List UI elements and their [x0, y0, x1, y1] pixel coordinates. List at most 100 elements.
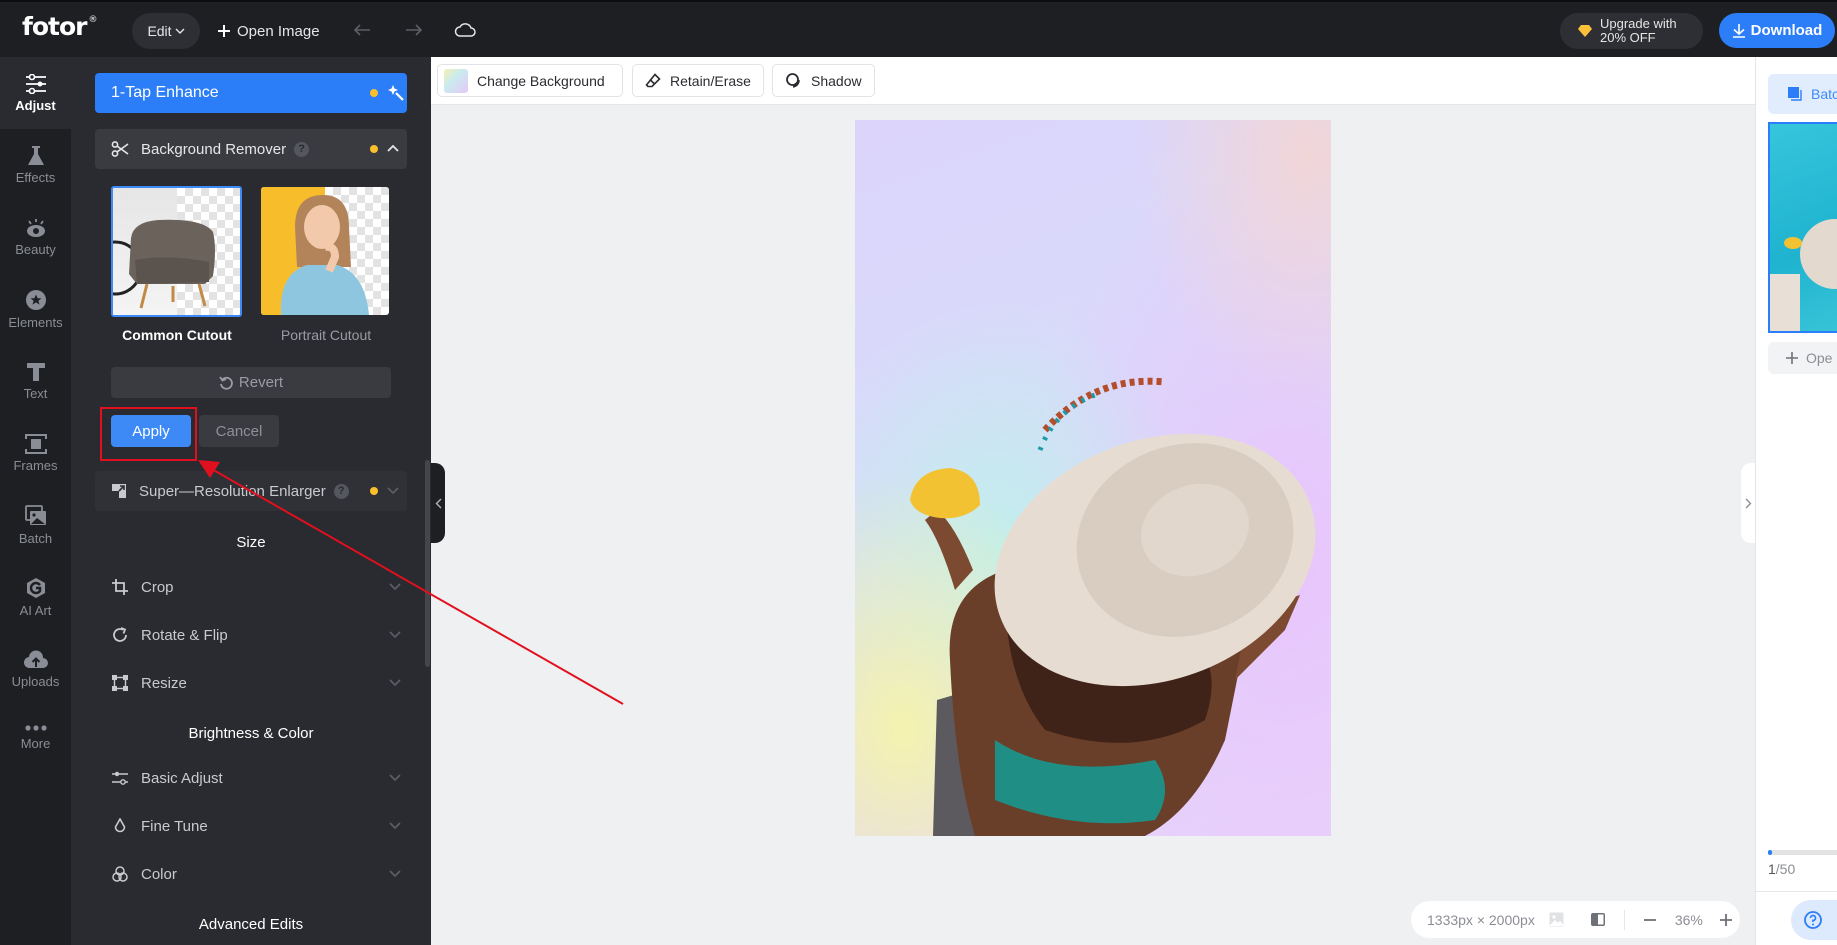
rail-item-text[interactable]: Text — [0, 345, 71, 417]
expand-right-panel-button[interactable] — [1741, 463, 1756, 543]
batch-button[interactable]: Batc — [1768, 74, 1837, 114]
undo-button[interactable] — [350, 18, 374, 42]
bg-remover-label: Background Remover — [141, 140, 287, 158]
right-batch-panel: Batc Ope 1/50 — [1755, 57, 1837, 945]
chevron-down-icon — [175, 28, 185, 34]
help-icon[interactable]: ? — [294, 141, 310, 157]
common-cutout-label[interactable]: Common Cutout — [107, 327, 247, 343]
rail-item-uploads[interactable]: Uploads — [0, 633, 71, 705]
fotor-logo[interactable]: fotor ® — [22, 12, 98, 41]
common-cutout-option[interactable] — [111, 186, 242, 317]
rail-item-batch[interactable]: Batch — [0, 489, 71, 561]
edit-menu-button[interactable]: Edit — [132, 13, 200, 49]
premium-dot — [370, 89, 378, 97]
canvas-status-bar: 1333px × 2000px 36% — [1411, 901, 1740, 938]
tool-row-label: Fine Tune — [141, 817, 208, 835]
arrow-right-icon — [406, 24, 423, 36]
revert-icon — [219, 375, 233, 390]
one-tap-enhance-button[interactable]: 1-Tap Enhance — [95, 73, 407, 113]
rail-label: More — [20, 735, 51, 751]
change-background-button[interactable]: Change Background — [437, 64, 623, 97]
shadow-button[interactable]: Shadow — [772, 64, 875, 97]
zoom-out-icon[interactable] — [1643, 913, 1657, 927]
rail-item-frames[interactable]: Frames — [0, 417, 71, 489]
plus-icon — [218, 25, 230, 37]
rail-item-adjust[interactable]: Adjust — [0, 57, 71, 129]
pool-edge — [1770, 274, 1800, 331]
enhance-label: 1-Tap Enhance — [111, 84, 219, 101]
tool-row-color[interactable]: Color — [111, 857, 401, 891]
help-button[interactable] — [1791, 900, 1837, 940]
chevron-down-icon — [389, 870, 401, 878]
sliders-icon — [25, 73, 46, 94]
shadow-icon — [786, 73, 800, 88]
left-nav-rail: Adjust Effects Beauty Elements Text Fram… — [0, 57, 71, 945]
divider — [1623, 909, 1625, 930]
zoom-in-icon[interactable] — [1719, 913, 1733, 927]
batch-current: 1 — [1768, 861, 1776, 877]
open-image-button[interactable]: Open Image — [217, 13, 320, 49]
batch-label: Batc — [1811, 86, 1837, 102]
rail-item-elements[interactable]: Elements — [0, 273, 71, 345]
portrait-image — [280, 195, 369, 315]
rail-item-beauty[interactable]: Beauty — [0, 201, 71, 273]
collapse-panel-button[interactable] — [431, 463, 445, 543]
rail-item-more[interactable]: More — [0, 701, 71, 773]
tool-row-fine-tune[interactable]: Fine Tune — [111, 809, 401, 843]
open-image-label: Open Image — [237, 22, 320, 40]
cloud-icon — [454, 23, 476, 37]
compare-icon[interactable] — [1590, 912, 1606, 927]
chevron-down-icon — [389, 583, 401, 591]
image-preview-icon[interactable] — [1549, 912, 1564, 927]
rail-item-ai-art[interactable]: AI Art — [0, 561, 71, 633]
chevron-down-icon — [389, 774, 401, 782]
portrait-cutout-label[interactable]: Portrait Cutout — [256, 327, 396, 343]
diamond-icon — [1578, 25, 1592, 37]
revert-button[interactable]: Revert — [111, 367, 391, 398]
background-remover-header[interactable]: Background Remover ? — [95, 129, 407, 169]
tool-row-resize[interactable]: Resize — [111, 666, 401, 700]
registered-mark: ® — [88, 14, 98, 25]
super-resolution-enlarger-header[interactable]: Super—Resolution Enlarger ? — [95, 471, 407, 511]
rail-label: Elements — [8, 314, 63, 330]
panel-scrollbar[interactable] — [425, 460, 430, 667]
tool-row-rotate-flip[interactable]: Rotate & Flip — [111, 618, 401, 652]
cloud-upload-icon — [23, 650, 48, 668]
star-circle-icon — [25, 289, 46, 310]
scissors-icon — [111, 141, 129, 157]
retain-erase-button[interactable]: Retain/Erase — [632, 64, 764, 97]
cancel-button[interactable]: Cancel — [199, 415, 279, 447]
section-heading-advanced: Advanced Edits — [198, 916, 304, 933]
tool-row-label: Color — [141, 865, 177, 883]
portrait-cutout-option[interactable] — [261, 187, 389, 315]
drop-icon — [114, 818, 126, 833]
woman-in-sunhat-photo — [910, 377, 1316, 836]
rail-item-effects[interactable]: Effects — [0, 129, 71, 201]
chevron-down-icon — [387, 487, 399, 495]
rail-label: Frames — [13, 457, 58, 473]
batch-thumbnail-selected[interactable] — [1768, 122, 1837, 333]
divider — [1756, 891, 1837, 892]
batch-layers-icon — [1788, 86, 1802, 101]
redo-button[interactable] — [402, 18, 426, 42]
download-button[interactable]: Download — [1719, 13, 1835, 48]
chevron-left-icon — [435, 498, 441, 508]
frame-icon — [24, 433, 47, 454]
canvas-image[interactable] — [855, 120, 1331, 836]
retain-erase-label: Retain/Erase — [670, 72, 751, 89]
tool-row-basic-adjust[interactable]: Basic Adjust — [111, 761, 401, 795]
chevron-down-icon — [389, 631, 401, 639]
batch-progress-track — [1768, 850, 1837, 855]
edit-label: Edit — [147, 23, 172, 39]
tool-row-crop[interactable]: Crop — [111, 570, 401, 604]
rail-label: AI Art — [19, 602, 52, 618]
open-more-button[interactable]: Ope — [1768, 342, 1837, 374]
thumb-hat — [1800, 219, 1837, 289]
rail-label: Beauty — [15, 241, 56, 257]
upgrade-button[interactable]: Upgrade with 20% OFF — [1560, 13, 1703, 49]
zoom-level: 36% — [1674, 911, 1703, 928]
tool-row-label: Crop — [141, 578, 174, 596]
cloud-save-button[interactable] — [453, 18, 477, 42]
image-dimensions: 1333px × 2000px — [1427, 911, 1535, 928]
help-icon[interactable]: ? — [333, 483, 349, 499]
